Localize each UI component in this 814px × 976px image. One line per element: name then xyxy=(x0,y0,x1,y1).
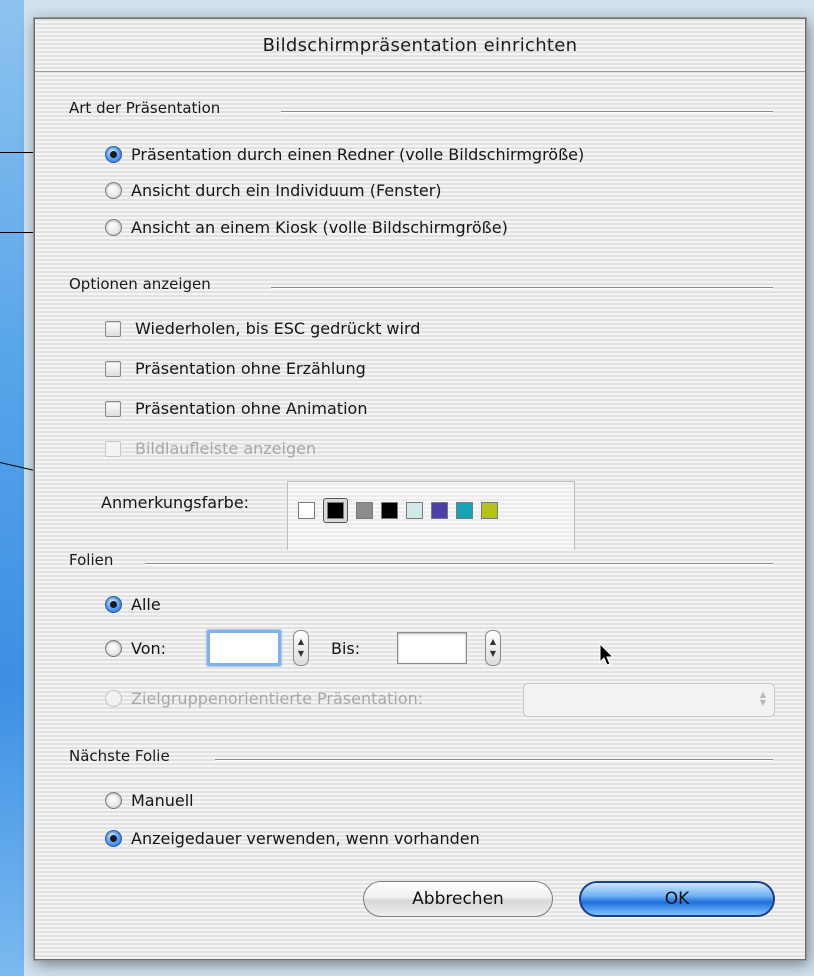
checkbox[interactable] xyxy=(105,400,121,417)
group-title-slides: Folien xyxy=(69,551,114,569)
color-swatch[interactable] xyxy=(406,502,423,519)
radio-label: Ansicht durch ein Individuum (Fenster) xyxy=(131,181,442,200)
color-swatch[interactable] xyxy=(456,502,473,519)
mouse-pointer-icon xyxy=(599,643,615,666)
popup-arrows-icon: ▲ ▼ xyxy=(759,690,766,707)
checkbox-without-animation[interactable]: Präsentation ohne Animation xyxy=(105,399,367,418)
radio-label: Anzeigedauer verwenden, wenn vorhanden xyxy=(131,829,480,848)
checkbox-label: Bildlaufleiste anzeigen xyxy=(135,439,317,458)
radio-advance-manual[interactable]: Manuell xyxy=(105,791,194,810)
color-swatch[interactable] xyxy=(481,502,498,519)
group-divider xyxy=(145,563,773,565)
desktop-edge xyxy=(0,0,24,976)
annotation-color-picker xyxy=(287,481,575,550)
group-divider xyxy=(281,111,773,113)
radio-label: Ansicht an einem Kiosk (volle Bildschirm… xyxy=(131,218,508,237)
radio-custom-show[interactable]: Zielgruppenorientierte Präsentation: xyxy=(105,689,423,708)
radio-label: Von: xyxy=(131,639,167,658)
from-slide-field[interactable] xyxy=(207,630,281,666)
radio-button[interactable] xyxy=(105,219,122,236)
group-title-presentation-type: Art der Präsentation xyxy=(69,99,221,117)
radio-advance-timings[interactable]: Anzeigedauer verwenden, wenn vorhanden xyxy=(105,829,480,848)
color-swatch[interactable] xyxy=(431,502,448,519)
dialog-title: Bildschirmpräsentation einrichten xyxy=(262,34,578,56)
checkbox[interactable] xyxy=(105,440,121,457)
group-divider xyxy=(271,287,773,289)
radio-presented-by-speaker[interactable]: Präsentation durch einen Redner (volle B… xyxy=(105,145,584,164)
stepper-down-icon[interactable]: ▼ xyxy=(490,650,496,658)
radio-button[interactable] xyxy=(105,640,122,657)
radio-label: Manuell xyxy=(131,791,194,810)
checkbox[interactable] xyxy=(105,360,121,377)
checkbox-label: Wiederholen, bis ESC gedrückt wird xyxy=(135,319,421,338)
radio-browsed-by-individual[interactable]: Ansicht durch ein Individuum (Fenster) xyxy=(105,181,442,200)
stepper-up-icon[interactable]: ▲ xyxy=(298,638,304,646)
radio-label: Zielgruppenorientierte Präsentation: xyxy=(131,689,424,708)
group-title-advance-slides: Nächste Folie xyxy=(69,747,170,765)
slide-show-setup-dialog: Bildschirmpräsentation einrichten Art de… xyxy=(34,18,806,960)
color-swatch[interactable] xyxy=(298,502,315,519)
checkbox-label: Präsentation ohne Animation xyxy=(135,399,368,418)
desktop-background xyxy=(0,0,814,14)
color-swatch[interactable] xyxy=(327,502,344,519)
ok-button[interactable]: OK xyxy=(579,881,775,917)
group-title-display-options: Optionen anzeigen xyxy=(69,275,211,293)
radio-button[interactable] xyxy=(105,792,122,809)
radio-slides-from[interactable]: Von: xyxy=(105,639,166,658)
to-slide-stepper[interactable]: ▲ ▼ xyxy=(485,630,501,666)
to-slide-field[interactable] xyxy=(397,632,467,664)
to-slide-label: Bis: xyxy=(331,639,361,658)
radio-button[interactable] xyxy=(105,146,122,163)
cancel-button[interactable]: Abbrechen xyxy=(363,881,553,917)
radio-label: Alle xyxy=(131,595,161,614)
stepper-down-icon[interactable]: ▼ xyxy=(298,650,304,658)
radio-slides-all[interactable]: Alle xyxy=(105,595,161,614)
from-slide-stepper[interactable]: ▲ ▼ xyxy=(293,630,309,666)
annotation-color-label: Anmerkungsfarbe: xyxy=(101,493,250,512)
color-swatch-row xyxy=(298,498,506,523)
color-swatch[interactable] xyxy=(356,502,373,519)
radio-button[interactable] xyxy=(105,596,122,613)
checkbox-show-scrollbar[interactable]: Bildlaufleiste anzeigen xyxy=(105,439,316,458)
custom-show-popup[interactable]: ▲ ▼ xyxy=(523,683,775,717)
radio-button[interactable] xyxy=(105,182,122,199)
checkbox-loop-until-esc[interactable]: Wiederholen, bis ESC gedrückt wird xyxy=(105,319,420,338)
stepper-up-icon[interactable]: ▲ xyxy=(490,638,496,646)
group-divider xyxy=(215,759,773,761)
dialog-titlebar: Bildschirmpräsentation einrichten xyxy=(35,19,805,72)
checkbox-label: Präsentation ohne Erzählung xyxy=(135,359,366,378)
radio-button[interactable] xyxy=(105,830,122,847)
selected-color-swatch[interactable] xyxy=(323,498,348,523)
color-swatch[interactable] xyxy=(381,502,398,519)
radio-label: Präsentation durch einen Redner (volle B… xyxy=(131,145,585,164)
radio-browsed-at-kiosk[interactable]: Ansicht an einem Kiosk (volle Bildschirm… xyxy=(105,218,508,237)
radio-button[interactable] xyxy=(105,690,122,707)
checkbox-without-narration[interactable]: Präsentation ohne Erzählung xyxy=(105,359,366,378)
checkbox[interactable] xyxy=(105,320,121,337)
